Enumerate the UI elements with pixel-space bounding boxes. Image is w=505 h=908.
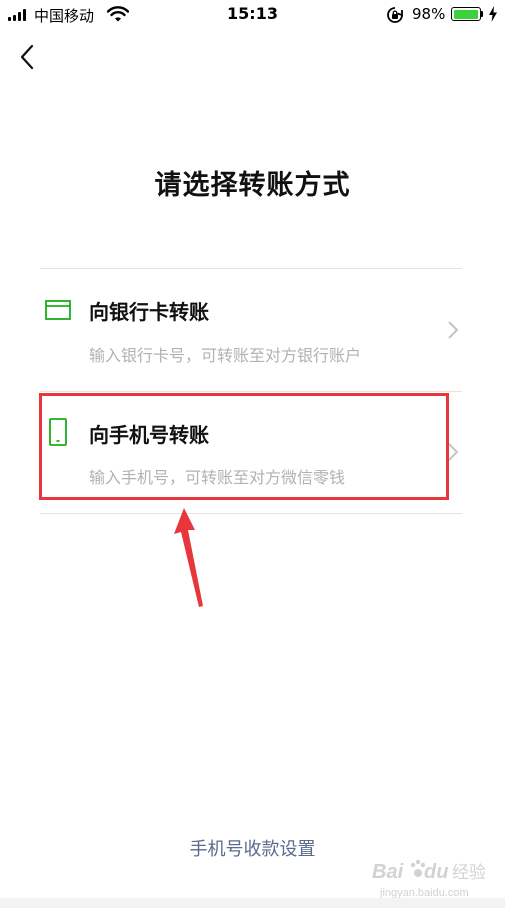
battery-icon xyxy=(451,7,481,21)
divider xyxy=(40,513,462,514)
svg-text:经验: 经验 xyxy=(452,863,486,883)
battery-fill xyxy=(453,9,478,19)
option-label: 向银行卡转账 xyxy=(89,300,209,324)
chevron-left-icon xyxy=(20,44,34,70)
baidu-jingyan-watermark: Bai du 经验 jingyan.baidu.com xyxy=(372,859,486,899)
page-title: 请选择转账方式 xyxy=(154,170,351,201)
option-description: 输入银行卡号，可转账至对方银行账户 xyxy=(89,346,362,365)
bank-card-icon xyxy=(45,300,71,320)
divider xyxy=(40,391,462,392)
back-button[interactable] xyxy=(14,40,44,74)
battery-tip xyxy=(481,11,483,17)
status-bar: 中国移动 15:13 98% xyxy=(0,0,505,30)
battery-percent: 98% xyxy=(412,5,446,23)
svg-text:Bai: Bai xyxy=(372,861,404,883)
red-arrow-annotation xyxy=(174,508,203,607)
chevron-right-icon xyxy=(448,321,459,339)
rotation-lock-icon xyxy=(387,7,403,23)
svg-text:du: du xyxy=(424,861,448,883)
highlight-box-annotation xyxy=(39,393,449,500)
bottom-strip xyxy=(0,898,505,908)
charging-bolt-icon xyxy=(489,6,497,22)
option-bank-card-transfer[interactable]: 向银行卡转账 输入银行卡号，可转账至对方银行账户 xyxy=(40,275,465,391)
divider xyxy=(40,268,462,269)
